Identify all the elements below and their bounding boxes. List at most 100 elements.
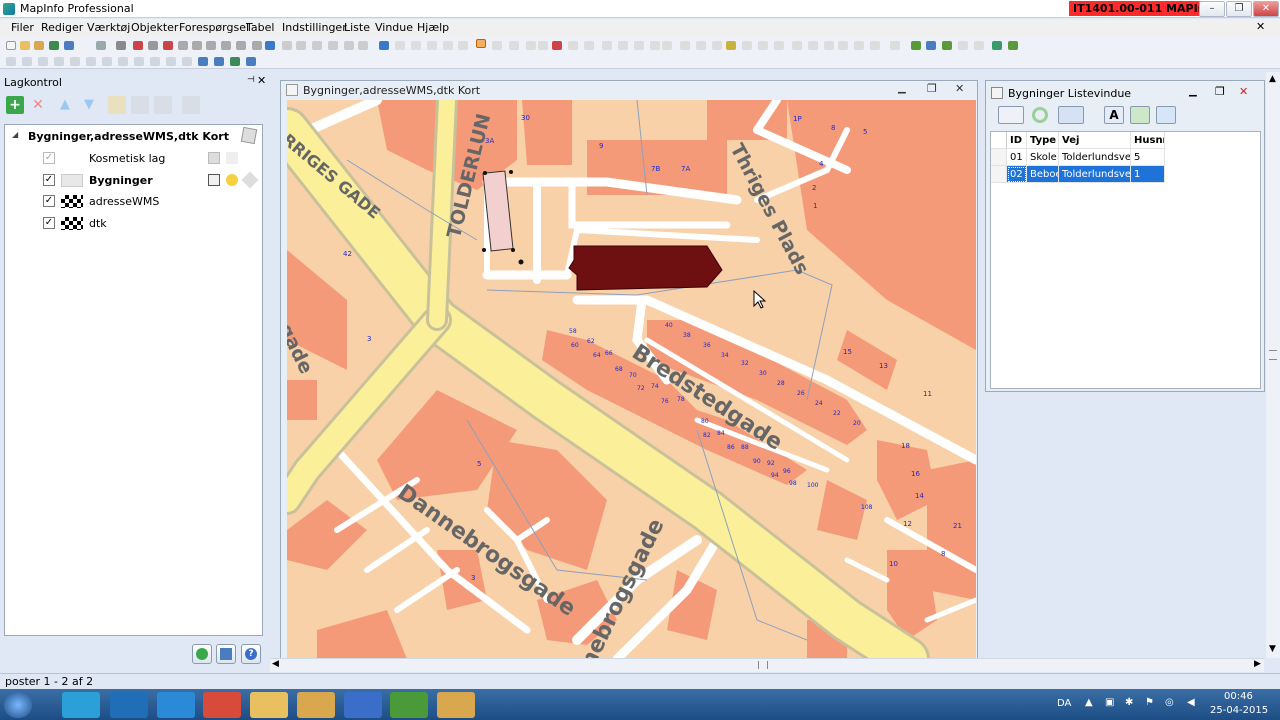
save-icon[interactable] bbox=[64, 41, 74, 50]
text-icon[interactable] bbox=[134, 57, 144, 66]
table-icon[interactable] bbox=[870, 41, 880, 50]
add-node-icon[interactable] bbox=[808, 41, 818, 50]
register-icon[interactable] bbox=[992, 41, 1002, 50]
menu-rediger[interactable]: Rediger bbox=[41, 21, 83, 34]
horizontal-scrollbar[interactable]: ◀ ▶ bbox=[270, 658, 1264, 672]
column-header-type[interactable]: Type bbox=[1027, 132, 1059, 149]
cell-type[interactable]: Beboe bbox=[1027, 166, 1059, 183]
clear-icon[interactable] bbox=[192, 41, 202, 50]
polygon-select-icon[interactable] bbox=[526, 41, 536, 50]
ellipse-icon[interactable] bbox=[86, 57, 96, 66]
tray-network-icon[interactable]: ▣ bbox=[1105, 697, 1114, 708]
info-icon[interactable] bbox=[634, 41, 644, 50]
taskbar-apps-icon[interactable] bbox=[62, 692, 100, 718]
clock-date[interactable]: 25-04-2015 bbox=[1210, 705, 1268, 716]
row-selector[interactable] bbox=[991, 166, 1007, 183]
display-options-button[interactable] bbox=[131, 96, 149, 114]
page-icon[interactable] bbox=[206, 41, 216, 50]
boundary-select-icon[interactable] bbox=[538, 41, 548, 50]
add-row-icon[interactable] bbox=[1130, 106, 1150, 124]
drag-map-icon[interactable] bbox=[680, 41, 690, 50]
browse-icon[interactable] bbox=[411, 41, 421, 50]
radius-select-icon[interactable] bbox=[509, 41, 519, 50]
zoom-out-icon[interactable] bbox=[584, 41, 594, 50]
minimize-button[interactable]: – bbox=[1199, 1, 1225, 17]
menu-hjaelp[interactable]: Hjælp bbox=[417, 21, 449, 34]
label-layer-icon[interactable] bbox=[241, 171, 259, 189]
move-layer-down-button[interactable]: ▼ bbox=[80, 96, 98, 114]
map-minimize-button[interactable]: ▁ bbox=[898, 83, 906, 94]
layout-icon[interactable] bbox=[328, 41, 338, 50]
polygon-icon[interactable] bbox=[70, 57, 80, 66]
vscroll-thumb[interactable] bbox=[1269, 350, 1277, 360]
change-view-icon[interactable] bbox=[602, 41, 612, 50]
scroll-left-icon[interactable]: ◀ bbox=[272, 659, 279, 669]
tray-sync-icon[interactable]: ◎ bbox=[1165, 697, 1174, 708]
taskbar-mapinfo2-icon[interactable] bbox=[437, 692, 475, 718]
unselect-icon[interactable] bbox=[552, 41, 562, 50]
taskbar-ie-icon[interactable] bbox=[157, 692, 195, 718]
grabber-icon[interactable] bbox=[618, 41, 628, 50]
taskbar-tool-icon[interactable] bbox=[390, 692, 428, 718]
scroll-right-icon[interactable]: ▶ bbox=[1254, 659, 1261, 669]
remove-layer-button[interactable]: ✕ bbox=[29, 96, 47, 114]
symbol-style-icon[interactable] bbox=[198, 57, 208, 66]
layer-row-adressewms[interactable]: ✓ adresseWMS bbox=[5, 192, 262, 212]
runtool-icon[interactable] bbox=[942, 41, 952, 50]
layer-properties-button[interactable] bbox=[108, 96, 126, 114]
tray-volume-icon[interactable]: ◀ bbox=[1187, 697, 1195, 708]
stats-icon[interactable] bbox=[854, 41, 864, 50]
apply-button[interactable] bbox=[192, 644, 212, 664]
open-dbms-icon[interactable] bbox=[49, 41, 59, 50]
clock-time[interactable]: 00:46 bbox=[1224, 691, 1253, 702]
mdi-close-icon[interactable]: ✕ bbox=[1256, 20, 1265, 33]
add-node-tool-icon[interactable] bbox=[182, 57, 192, 66]
graph-icon[interactable] bbox=[312, 41, 322, 50]
thematic-icon[interactable] bbox=[726, 41, 736, 50]
cell-type[interactable]: Skole bbox=[1027, 149, 1059, 166]
rounded-rect-icon[interactable] bbox=[118, 57, 128, 66]
font-icon[interactable]: A bbox=[1104, 106, 1124, 124]
select-layer-icon[interactable] bbox=[226, 174, 238, 186]
cell-husnr[interactable]: 1 bbox=[1131, 166, 1165, 183]
taskbar-chrome-icon[interactable] bbox=[203, 692, 241, 718]
pin-icon[interactable]: ⊣ bbox=[247, 75, 255, 85]
reshape-tool-icon[interactable] bbox=[166, 57, 176, 66]
open-icon[interactable] bbox=[20, 41, 30, 50]
legend-icon[interactable] bbox=[742, 41, 752, 50]
cell-vej[interactable]: Tolderlundsvej bbox=[1059, 149, 1131, 166]
move-layer-up-button[interactable]: ▲ bbox=[56, 96, 74, 114]
select-layer-icon[interactable] bbox=[226, 152, 238, 164]
label-options-button[interactable] bbox=[154, 96, 172, 114]
symbol-icon[interactable] bbox=[6, 57, 16, 66]
move-icon[interactable] bbox=[838, 41, 848, 50]
map-tree-node[interactable]: ◢ Bygninger,adresseWMS,dtk Kort bbox=[5, 126, 262, 147]
map-options-icon[interactable] bbox=[240, 126, 258, 145]
layer-props-icon[interactable] bbox=[712, 41, 722, 50]
layer-control-options-button[interactable] bbox=[216, 644, 236, 664]
line-style-icon[interactable] bbox=[214, 57, 224, 66]
save-window-icon[interactable] bbox=[116, 41, 126, 50]
polyline-icon[interactable] bbox=[38, 57, 48, 66]
misc-icon[interactable] bbox=[958, 41, 968, 50]
column-header-id[interactable]: ID bbox=[1007, 132, 1027, 149]
layer-style-button[interactable] bbox=[182, 96, 200, 114]
row-selector[interactable] bbox=[991, 149, 1007, 166]
edit-layer-icon[interactable] bbox=[208, 174, 220, 186]
layer-control-icon[interactable] bbox=[379, 41, 389, 50]
taskbar-explorer-icon[interactable] bbox=[250, 692, 288, 718]
grid-icon[interactable] bbox=[282, 41, 292, 50]
zoom-in-icon[interactable] bbox=[568, 41, 578, 50]
layer-row-dtk[interactable]: ✓ dtk bbox=[5, 214, 262, 234]
menu-indstillinger[interactable]: Indstillinger bbox=[282, 21, 347, 34]
edit-layer-icon[interactable] bbox=[208, 152, 220, 164]
hotlink-icon[interactable] bbox=[696, 41, 706, 50]
misc2-icon[interactable] bbox=[974, 41, 984, 50]
copy-map-icon[interactable] bbox=[236, 41, 246, 50]
cell-id[interactable]: 02 bbox=[1007, 166, 1027, 183]
layout-frame-icon[interactable] bbox=[890, 41, 900, 50]
layer-row-cosmetic[interactable]: ✓ Kosmetisk lag bbox=[5, 149, 262, 169]
layer-checkbox[interactable]: ✓ bbox=[43, 195, 55, 207]
menu-liste[interactable]: Liste bbox=[344, 21, 370, 34]
menu-forespoergsel[interactable]: Forespørgsel bbox=[179, 21, 249, 34]
